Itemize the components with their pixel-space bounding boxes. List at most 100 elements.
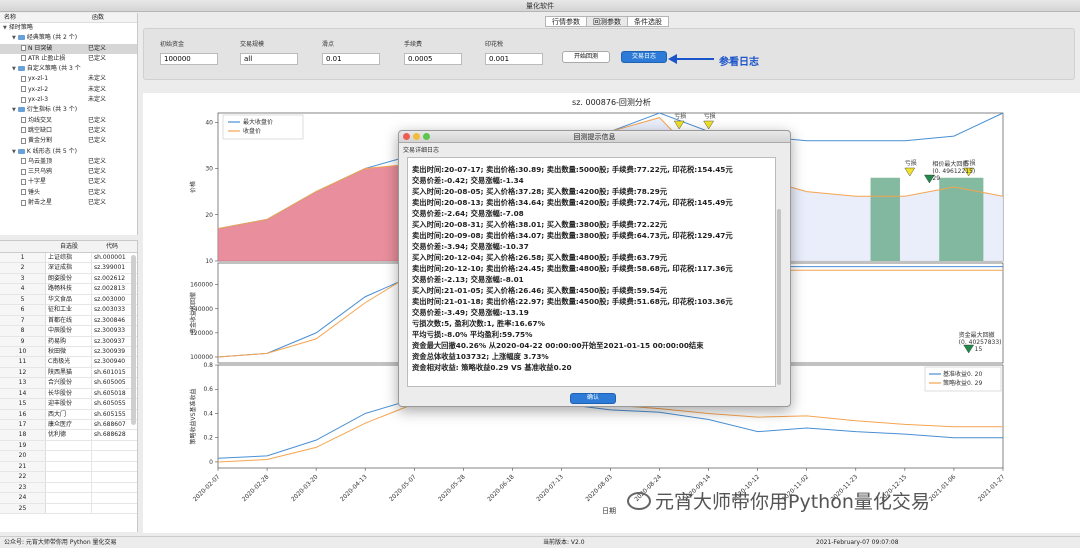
fee-input[interactable] [404,53,462,65]
log-line: 交易价差:-3.94; 交易涨幅:-10.37 [412,242,529,251]
log-line: 卖出时间:21-01-18; 卖出价格:22.97; 卖出数量:4500股; 手… [412,297,733,306]
tree-item[interactable]: 十字星 已定义 [0,177,137,187]
row-number: 14 [0,388,46,399]
tree-item[interactable]: 均线交叉 已定义 [0,116,137,126]
close-icon[interactable] [403,133,410,140]
tree-item-status: 已定义 [88,188,107,196]
row-number: 9 [0,336,46,346]
tree-item[interactable]: ATR 止盈止损 已定义 [0,54,137,64]
table-row[interactable]: 18 优利德 sh.688628 [0,430,137,441]
document-icon [21,127,26,134]
tree-item[interactable]: yx-zl-1 未定义 [0,74,137,84]
minimize-icon[interactable] [413,133,420,140]
tree-item[interactable]: yx-zl-2 未定义 [0,85,137,95]
tree-item[interactable]: 跳空缺口 已定义 [0,126,137,136]
legend-label: 收盘价 [243,127,261,135]
tab-stock-screening[interactable]: 条件选股 [627,16,669,27]
dialog-title: 回测提示信息 [573,133,616,141]
folder-icon [17,66,25,72]
stock-name: 优利德 [46,430,92,440]
row-number: 22 [0,472,46,482]
tree-item[interactable]: ▼ 衍生指标 (共 3 个) [0,105,137,115]
maximize-icon[interactable] [423,133,430,140]
expand-arrow-icon[interactable]: ▼ [3,23,7,33]
table-row[interactable]: 16 西大门 sh.605155 [0,409,137,420]
tree-item[interactable]: ▼ 择时策略 [0,23,137,33]
row-number: 6 [0,305,46,315]
start-backtest-button[interactable]: 开始回测 [562,51,610,63]
table-row[interactable]: 21 [0,461,137,473]
table-row[interactable]: 1 上证综指 sh.000001 [0,253,137,264]
table-row[interactable]: 5 华文食品 sz.003000 [0,294,137,306]
tree-item[interactable]: 黄金分割 已定义 [0,136,137,146]
tree-item-label: yx-zl-3 [28,96,49,104]
table-row[interactable]: 9 药易购 sz.300937 [0,336,137,347]
table-row[interactable]: 25 [0,503,137,514]
tab-market-params[interactable]: 行情参数 [545,16,587,27]
y-tick-label: 10 [205,258,213,265]
initial-capital-input[interactable] [160,53,218,65]
expand-arrow-icon[interactable]: ▼ [12,33,16,43]
expand-arrow-icon[interactable]: ▼ [12,147,16,157]
tree-item[interactable]: ▼ K 线形态 (共 5 个) [0,147,137,157]
row-number: 10 [0,346,46,357]
watermark: 元宵大师带你用Python量化交易 [627,487,930,514]
table-row[interactable]: 22 [0,472,137,483]
tree-item[interactable]: N 日突破 已定义 [0,43,137,54]
stamp-tax-input[interactable] [485,53,543,65]
document-icon [21,199,26,206]
table-row[interactable]: 17 康众医疗 sh.688607 [0,420,137,431]
table-row[interactable]: 19 [0,440,137,452]
col-stock-header[interactable]: 自选股 [46,241,92,252]
tree-item[interactable]: 乌云盖顶 已定义 [0,157,137,167]
tree-item[interactable]: 三只乌鸦 已定义 [0,167,137,177]
folder-icon [17,148,25,154]
tree-item[interactable]: ▼ 自定义策略 (共 3 个 [0,64,137,74]
fee-label: 手续费 [404,41,423,48]
col-code-header[interactable]: 代码 [92,241,132,252]
table-row[interactable]: 8 中辰股份 sz.300933 [0,326,137,337]
tree-item[interactable]: ▼ 经典策略 (共 2 个) [0,33,137,43]
table-row[interactable]: 14 长华股份 sh.605018 [0,388,137,400]
tree-item[interactable]: 射击之星 已定义 [0,198,137,208]
table-row[interactable]: 12 陕西黑猫 sh.601015 [0,367,137,379]
table-row[interactable]: 23 [0,482,137,494]
trade-log-button[interactable]: 交易日志 [621,51,667,63]
tree-item-label: 十字星 [28,178,47,186]
table-row[interactable]: 3 朗姿股份 sz.002612 [0,273,137,285]
stock-table-scrollbar[interactable] [131,255,136,425]
stock-code: sh.605005 [94,379,126,387]
table-row[interactable]: 10 秋田微 sz.300939 [0,346,137,358]
table-row[interactable]: 20 [0,451,137,462]
table-row[interactable]: 7 首都在线 sz.300846 [0,315,137,327]
status-datetime: 2021-February-07 09:07:08 [816,539,899,546]
tree-item[interactable]: 锤头 已定义 [0,188,137,198]
tree-item[interactable]: yx-zl-3 未定义 [0,95,137,105]
log-line: 买入时间:20-08-31; 买入价格:38.01; 买入数量:3800股; 手… [412,220,668,229]
table-row[interactable]: 13 合兴股份 sh.605005 [0,378,137,389]
table-row[interactable]: 11 C南极光 sz.300940 [0,357,137,368]
sell-marker [673,120,685,130]
row-number: 4 [0,284,46,294]
slippage-input[interactable] [322,53,380,65]
log-scrollbar[interactable] [777,209,781,385]
table-row[interactable]: 24 [0,493,137,504]
stock-name: 西大门 [46,409,92,419]
table-row[interactable]: 2 深证成指 sz.399001 [0,263,137,274]
table-row[interactable]: 4 路畅科技 sz.002813 [0,284,137,295]
expand-arrow-icon[interactable]: ▼ [12,64,16,74]
log-line: 卖出时间:20-08-13; 卖出价格:34.64; 卖出数量:4200股; 手… [412,198,733,207]
y-tick-label: 30 [205,166,213,173]
trade-scale-input[interactable] [240,53,298,65]
stock-code [92,462,132,471]
tree-item-label: 自定义策略 (共 3 个 [26,65,81,73]
tab-backtest-params[interactable]: 回测参数 [586,16,628,27]
table-row[interactable]: 15 迎丰股份 sh.605055 [0,399,137,410]
trade-log-textbox[interactable]: 卖出时间:20-07-17; 卖出价格:30.89; 卖出数量:5000股; 手… [407,157,776,387]
y-axis-label: 资金收益和回撤 [189,292,197,334]
stock-code: sz.300939 [94,347,126,355]
expand-arrow-icon[interactable]: ▼ [12,105,16,115]
confirm-button[interactable]: 确认 [570,393,616,404]
table-row[interactable]: 6 征和工业 sz.003033 [0,305,137,316]
folder-icon [17,107,25,113]
